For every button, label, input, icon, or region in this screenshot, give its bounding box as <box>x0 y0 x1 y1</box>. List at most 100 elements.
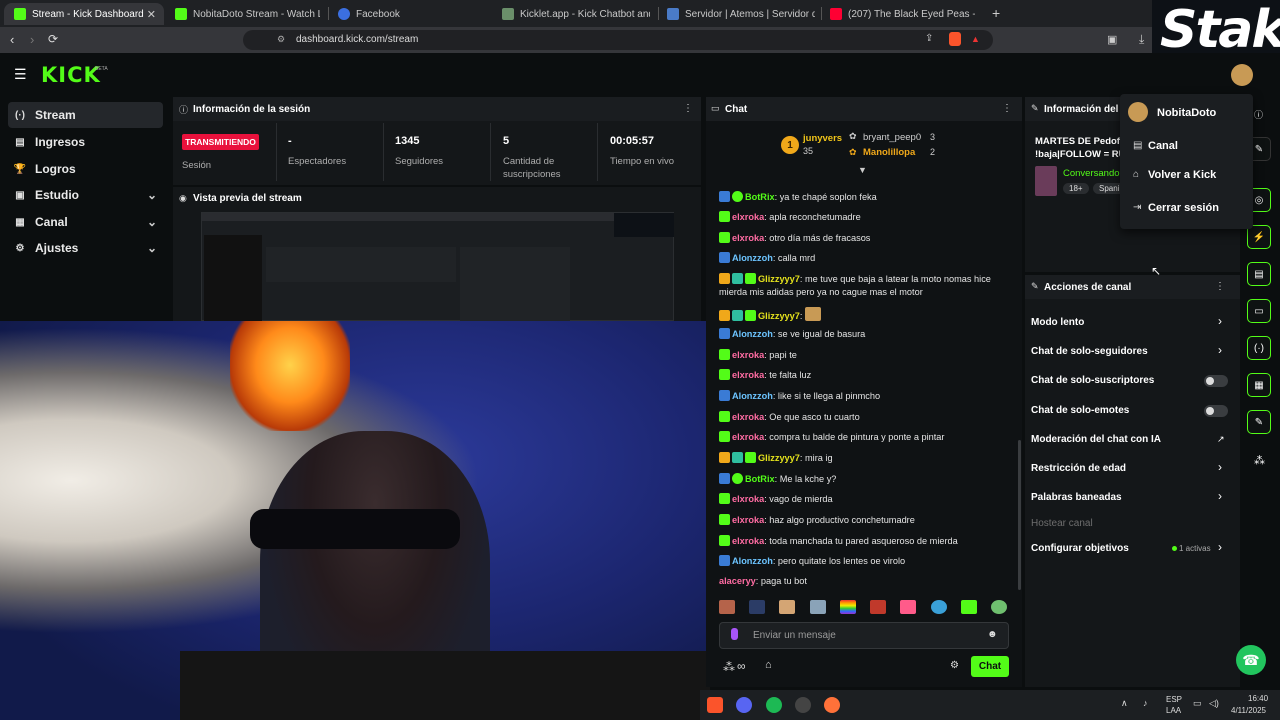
chat-username[interactable]: elxroka <box>732 350 764 360</box>
sidebar-toggle-icon[interactable]: ▣ <box>1107 33 1117 46</box>
points-icon[interactable]: ⁂ <box>723 660 735 674</box>
chat-username[interactable]: BotRix <box>745 192 775 202</box>
chevron-right-icon[interactable]: › <box>1218 314 1222 328</box>
site-info-icon[interactable]: ⚙ <box>277 34 285 45</box>
brave-shield-icon[interactable] <box>949 32 961 46</box>
chat-username[interactable]: elxroka <box>732 212 764 222</box>
obs-taskbar-icon[interactable] <box>795 697 811 713</box>
emoji-icon[interactable]: ☻ <box>987 629 998 640</box>
info-icon[interactable]: ⓘ <box>1254 108 1263 121</box>
forward-icon[interactable]: › <box>30 32 34 47</box>
sidebar-item-ingresos[interactable]: ▤ Ingresos <box>8 129 163 155</box>
emote-icon[interactable] <box>990 600 1007 614</box>
more-options-icon[interactable]: ⋮ <box>683 103 693 114</box>
stream-preview-video[interactable] <box>201 212 674 321</box>
emote-icon[interactable] <box>749 600 766 614</box>
action-restriccion-edad[interactable]: Restricción de edad <box>1031 463 1126 474</box>
clock-date[interactable]: 4/11/2025 <box>1231 706 1266 715</box>
language-label[interactable]: ESP <box>1166 695 1182 704</box>
tab-nobitadoto[interactable]: NobitaDoto Stream - Watch Live <box>175 3 320 25</box>
layout-icon[interactable]: ▦ <box>1247 373 1271 397</box>
menu-icon[interactable]: ☰ <box>14 66 27 83</box>
chat-username[interactable]: elxroka <box>732 233 764 243</box>
chat-username[interactable]: Alonzzoh <box>732 391 773 401</box>
wrench-icon[interactable]: ✎ <box>1247 410 1271 434</box>
menu-item-volver[interactable]: Volver a Kick <box>1148 169 1216 181</box>
brave-rewards-icon[interactable]: ▲ <box>971 34 980 44</box>
emote-icon[interactable] <box>960 600 977 614</box>
chat-username[interactable]: elxroka <box>732 412 764 422</box>
chevron-right-icon[interactable]: › <box>1218 343 1222 357</box>
solo-emotes-toggle[interactable] <box>1204 405 1228 417</box>
reload-icon[interactable]: ⟳ <box>48 32 58 46</box>
microphone-icon[interactable] <box>731 628 738 640</box>
share-icon[interactable]: ⇪ <box>925 33 933 44</box>
expand-leaderboard-icon[interactable]: ▼ <box>858 165 867 175</box>
tray-chevron-icon[interactable]: ∧ <box>1121 698 1128 709</box>
discord-taskbar-icon[interactable] <box>736 697 752 713</box>
more-options-icon[interactable]: ⋮ <box>1215 281 1225 292</box>
emote-icon[interactable] <box>779 600 796 614</box>
tab-aternos[interactable]: Servidor | Atemos | Servidor de Mine <box>667 3 815 25</box>
new-tab-button[interactable]: + <box>992 5 1000 21</box>
chat-username[interactable]: elxroka <box>732 515 764 525</box>
chat-username[interactable]: BotRix <box>745 474 775 484</box>
emote-icon[interactable] <box>900 600 917 614</box>
action-palabras-baneadas[interactable]: Palabras baneadas <box>1031 492 1122 503</box>
sidebar-item-stream[interactable]: (·) Stream <box>8 102 163 128</box>
emote-icon[interactable] <box>870 600 887 614</box>
document-icon[interactable]: ▤ <box>1247 262 1271 286</box>
chat-username[interactable]: elxroka <box>732 370 764 380</box>
emote-icon[interactable] <box>719 600 735 614</box>
firefox-taskbar-icon[interactable] <box>824 697 840 713</box>
pride-flag-icon[interactable] <box>839 600 856 614</box>
chat-username[interactable]: Alonzzoh <box>732 329 773 339</box>
kick-logo[interactable]: KICK <box>41 63 101 87</box>
back-icon[interactable]: ‹ <box>10 32 14 47</box>
sidebar-item-logros[interactable]: 🏆 Logros <box>8 156 163 182</box>
chat-username[interactable]: Alonzzoh <box>732 556 773 566</box>
chat-username[interactable]: elxroka <box>732 536 764 546</box>
spotify-taskbar-icon[interactable] <box>766 697 782 713</box>
more-options-icon[interactable]: ⋮ <box>1002 103 1012 114</box>
close-tab-icon[interactable]: ✕ <box>147 8 156 21</box>
volume-icon[interactable]: ◁) <box>1209 698 1219 709</box>
menu-item-canal[interactable]: Canal <box>1148 140 1178 152</box>
chat-icon[interactable]: ▭ <box>1247 299 1271 323</box>
chat-scrollbar[interactable] <box>1018 440 1021 590</box>
avatar[interactable] <box>1231 64 1253 86</box>
sidebar-item-canal[interactable]: ▦ Canal ⌄ <box>8 209 163 235</box>
chat-username[interactable]: Glizzyyy7 <box>758 311 800 321</box>
chat-username[interactable]: elxroka <box>732 494 764 504</box>
broadcast-icon[interactable]: (·) <box>1247 336 1271 360</box>
tab-facebook[interactable]: Facebook <box>338 3 488 25</box>
sidebar-item-ajustes[interactable]: ⚙ Ajustes ⌄ <box>8 235 163 261</box>
leaderboard-user[interactable]: Manolillopa <box>863 147 915 158</box>
solo-suscriptores-toggle[interactable] <box>1204 375 1228 387</box>
chat-settings-icon[interactable]: ⚙ <box>950 660 959 671</box>
chat-username[interactable]: elxroka <box>732 432 764 442</box>
brave-taskbar-icon[interactable] <box>707 697 723 713</box>
category-name[interactable]: Conversando <box>1063 168 1120 179</box>
nodes-icon[interactable]: ⁂ <box>1254 454 1265 467</box>
infinity-icon[interactable]: ∞ <box>737 659 746 673</box>
menu-item-cerrar-sesion[interactable]: Cerrar sesión <box>1148 202 1219 214</box>
action-modo-lento[interactable]: Modo lento <box>1031 317 1084 328</box>
network-icon[interactable]: ▭ <box>1193 698 1202 709</box>
download-icon[interactable]: ⤓ <box>1139 32 1144 47</box>
chat-username[interactable]: alaceryy <box>719 576 756 586</box>
store-icon[interactable]: ⌂ <box>765 659 772 671</box>
support-chat-icon[interactable]: ☎ <box>1236 645 1266 675</box>
mic-tray-icon[interactable]: ♪ <box>1143 698 1148 708</box>
chat-username[interactable]: Alonzzoh <box>732 253 773 263</box>
leaderboard-top-user[interactable]: junyvers <box>803 133 842 144</box>
chevron-right-icon[interactable]: › <box>1218 540 1222 554</box>
external-link-icon[interactable]: ↗ <box>1217 434 1225 445</box>
emote-icon[interactable] <box>809 600 826 614</box>
url-text[interactable]: dashboard.kick.com/stream <box>296 34 418 45</box>
chat-username[interactable]: Glizzyyy7 <box>758 453 800 463</box>
chevron-right-icon[interactable]: › <box>1218 460 1222 474</box>
chevron-right-icon[interactable]: › <box>1218 489 1222 503</box>
leaderboard-user[interactable]: bryant_peep0 <box>863 132 921 143</box>
action-solo-seguidores[interactable]: Chat de solo-seguidores <box>1031 346 1148 357</box>
